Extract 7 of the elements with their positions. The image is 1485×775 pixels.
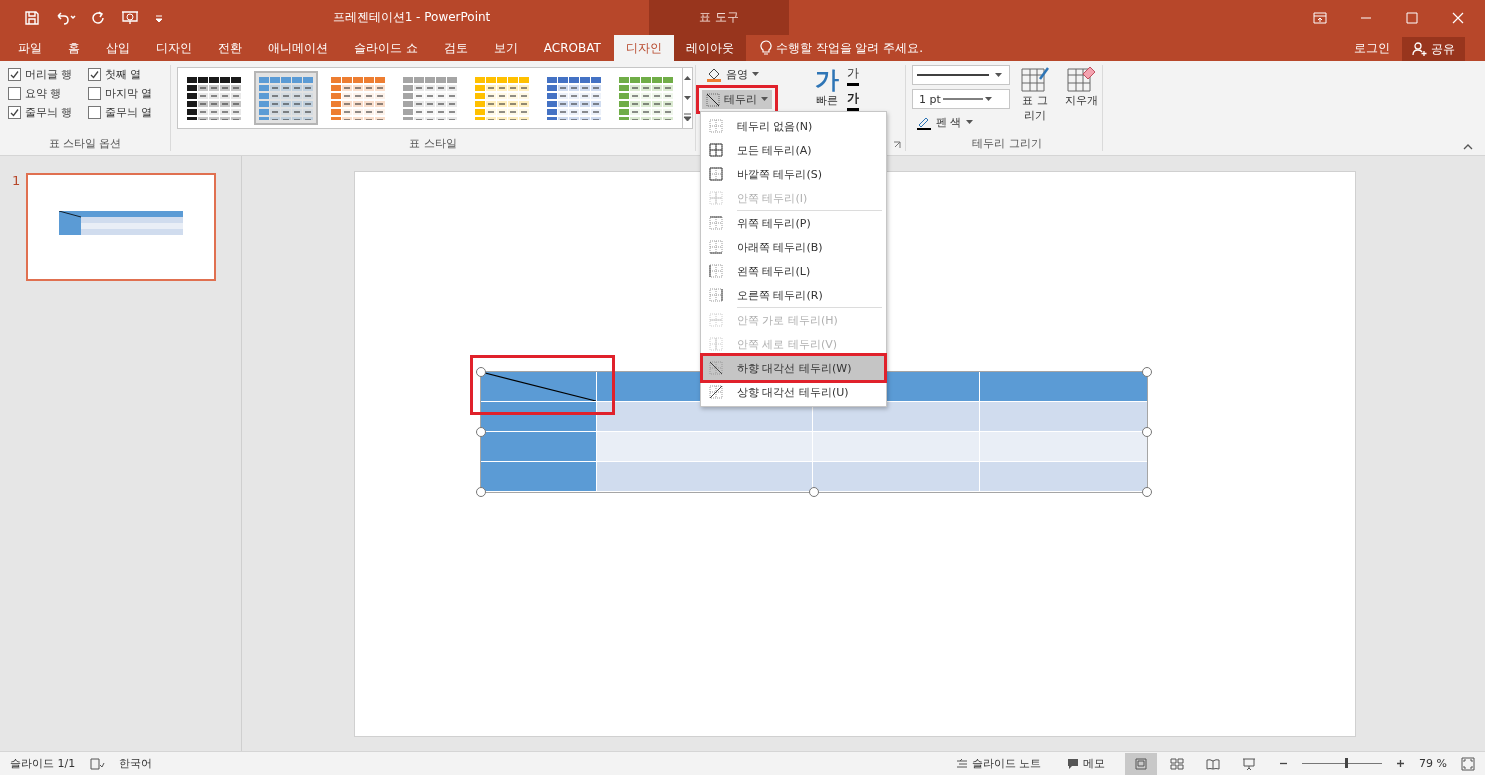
group-label: 표 스타일 [408,136,458,151]
group-label: 표 스타일 옵션 [47,136,123,151]
slide-number: 1 [12,173,21,190]
window-title: 프레젠테이션1 - PowerPoint [331,9,492,26]
slide-counter: 슬라이드 1/1 [10,756,76,771]
group-label: 테두리 그리기 [971,136,1043,151]
contextual-tab-title: 표 도구 [699,9,739,26]
